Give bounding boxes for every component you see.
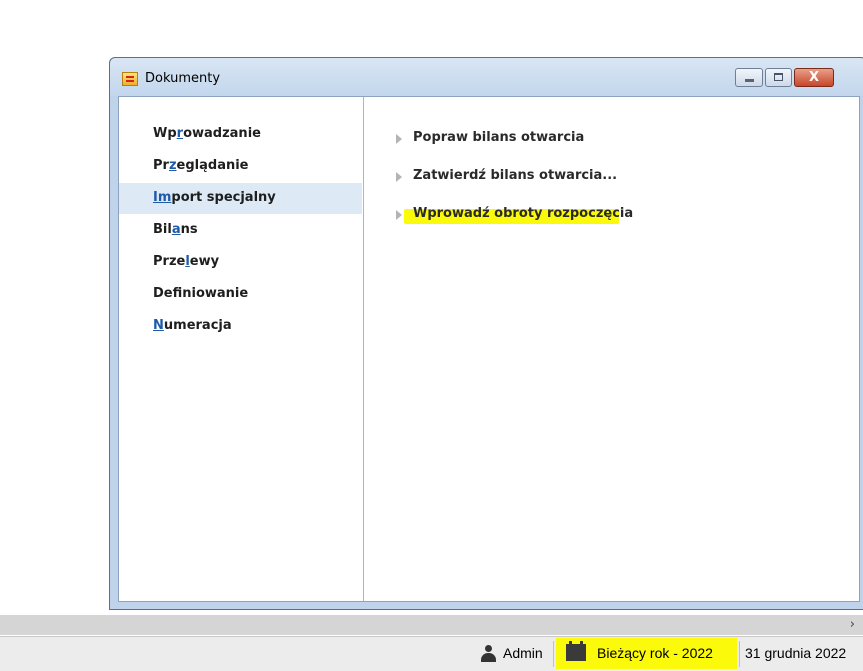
actions-pane: Popraw bilans otwarcia Zatwierdź bilans … <box>364 97 859 601</box>
status-bar: Admin Bieżący rok - 2022 31 grudnia 2022 <box>0 636 863 671</box>
calendar-icon <box>566 641 586 661</box>
chevron-right-icon[interactable]: › <box>850 617 855 632</box>
close-icon: X <box>808 70 820 85</box>
nav-item-label: Definiowanie <box>153 286 249 301</box>
nav-item-wprowadzanie[interactable]: Wprowadzanie <box>119 119 362 150</box>
nav-item-definiowanie[interactable]: Definiowanie <box>119 279 362 310</box>
status-divider <box>739 641 740 667</box>
documents-app-icon <box>122 72 138 86</box>
action-label: Wprowadź obroty rozpoczęcia <box>413 206 634 221</box>
title-bar[interactable]: Dokumenty X <box>110 58 863 96</box>
arrow-right-icon <box>396 134 402 144</box>
close-button[interactable]: X <box>794 68 834 87</box>
documents-window: Dokumenty X Wprowadzanie Przeglądanie Im… <box>109 57 863 610</box>
nav-item-import-specjalny[interactable]: Import specjalny <box>119 183 362 214</box>
nav-item-label: Bilans <box>153 222 198 237</box>
nav-item-label: Wprowadzanie <box>153 126 261 141</box>
action-label: Popraw bilans otwarcia <box>413 130 585 145</box>
maximize-button[interactable] <box>765 68 792 87</box>
action-label: Zatwierdź bilans otwarcia... <box>413 168 618 183</box>
status-divider <box>553 641 554 667</box>
nav-item-bilans[interactable]: Bilans <box>119 215 362 246</box>
status-user[interactable]: Admin <box>503 645 543 661</box>
status-date[interactable]: 31 grudnia 2022 <box>745 645 846 661</box>
nav-item-przelewy[interactable]: Przelewy <box>119 247 362 278</box>
category-nav: Wprowadzanie Przeglądanie Import specjal… <box>119 97 364 601</box>
nav-item-przegladanie[interactable]: Przeglądanie <box>119 151 362 182</box>
nav-item-label: Numeracja <box>153 318 232 333</box>
nav-item-label: Import specjalny <box>153 190 276 205</box>
minimize-button[interactable] <box>735 68 763 87</box>
nav-item-label: Przeglądanie <box>153 158 249 173</box>
arrow-right-icon <box>396 210 402 220</box>
arrow-right-icon <box>396 172 402 182</box>
user-icon <box>480 645 497 662</box>
nav-item-numeracja[interactable]: Numeracja <box>119 311 362 342</box>
window-content: Wprowadzanie Przeglądanie Import specjal… <box>118 96 860 602</box>
status-fiscal-year[interactable]: Bieżący rok - 2022 <box>597 645 713 661</box>
nav-item-label: Przelewy <box>153 254 220 269</box>
horizontal-scrollbar[interactable]: › <box>0 615 863 635</box>
window-title: Dokumenty <box>145 71 221 86</box>
